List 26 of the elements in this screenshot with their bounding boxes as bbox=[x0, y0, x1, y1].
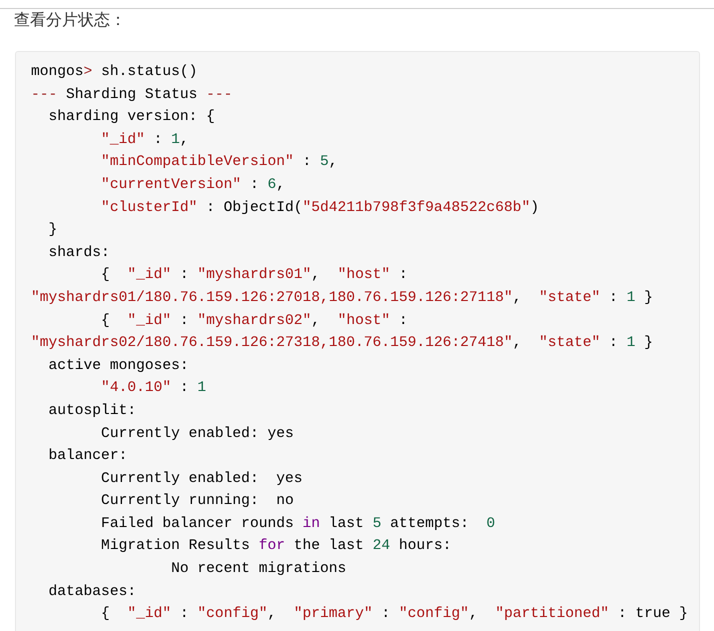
code-line: { "_id" : "config", "primary" : "config", "partitioned" : true } bbox=[100, 605, 688, 624]
code-line: { "_id" : "myshardrs01", "host" : bbox=[100, 266, 408, 286]
code-line: sharding version: { bbox=[48, 108, 215, 128]
code-line: "_id" : 1, bbox=[100, 130, 189, 150]
code-line: mongos> sh.status() bbox=[31, 63, 198, 82]
code-line: Currently running: no bbox=[100, 492, 294, 512]
code-line: "currentVersion" : 6, bbox=[100, 176, 285, 195]
code-line: Migration Results for the last 24 hours: bbox=[100, 537, 452, 556]
code-line: No recent migrations bbox=[170, 560, 346, 580]
code-line: active mongoses: bbox=[48, 356, 189, 376]
code-line: balancer: bbox=[48, 447, 128, 466]
code-line: Currently enabled: yes bbox=[100, 470, 302, 489]
code-line: "4.0.10" : 1 bbox=[100, 379, 206, 398]
code-line: { "_id" : "myshardrs02", "host" : bbox=[100, 312, 408, 331]
code-line: "minCompatibleVersion" : 5, bbox=[100, 153, 338, 172]
code-line: Currently enabled: yes bbox=[100, 424, 294, 444]
section-heading: 查看分片状态： bbox=[14, 10, 126, 30]
code-line: "myshardrs01/180.76.159.126:27018,180.76.159.126:27118", "state" : 1 } bbox=[31, 288, 653, 308]
code-line: databases: bbox=[48, 582, 136, 602]
code-line: "clusterId" : ObjectId("5d4211b798f3f9a48522c68b") bbox=[100, 198, 539, 218]
code-line: } bbox=[48, 221, 58, 240]
code-line: shards: bbox=[48, 244, 110, 263]
code-line: autosplit: bbox=[48, 402, 136, 421]
code-line: --- Sharding Status --- bbox=[31, 86, 232, 105]
code-line: "myshardrs02/180.76.159.126:27318,180.76.159.126:27418", "state" : 1 } bbox=[31, 334, 653, 354]
code-line: Failed balancer rounds in last 5 attempts: 0 bbox=[100, 514, 496, 534]
